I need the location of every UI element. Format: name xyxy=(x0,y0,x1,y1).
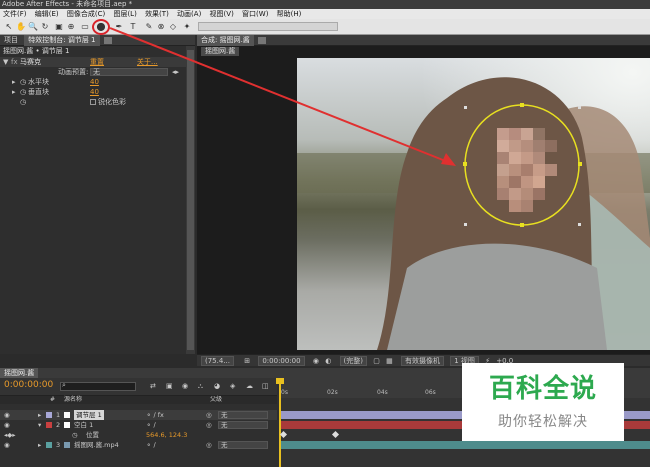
watermark-title: 百科全说 xyxy=(488,374,597,404)
watermark-logo: 百科全说 助你轻松解决 xyxy=(462,363,624,441)
watermark-subtitle: 助你轻松解决 xyxy=(498,414,588,430)
